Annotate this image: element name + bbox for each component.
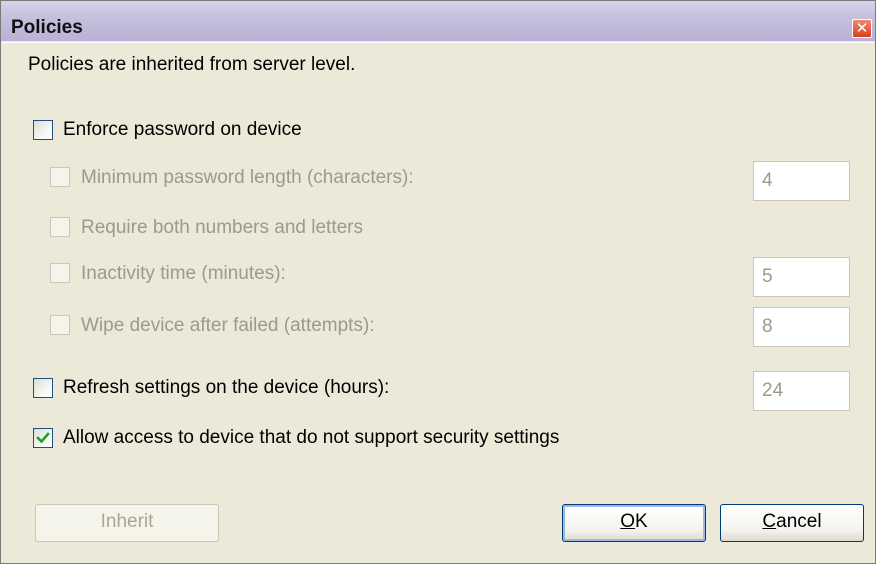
dialog-body: Policies are inherited from server level… — [2, 42, 873, 563]
allow-access-label[interactable]: Allow access to device that do not suppo… — [63, 427, 559, 449]
refresh-settings-hours-input[interactable]: 24 — [753, 371, 850, 411]
cancel-button[interactable]: Cancel — [720, 504, 864, 542]
enforce-password-label[interactable]: Enforce password on device — [63, 119, 302, 141]
inactivity-time-label[interactable]: Inactivity time (minutes): — [81, 263, 286, 285]
close-button[interactable]: ✕ — [852, 19, 872, 38]
policies-dialog: Policies ✕ Policies are inherited from s… — [0, 0, 876, 564]
inherit-button[interactable]: Inherit — [35, 504, 219, 542]
require-numbers-letters-label[interactable]: Require both numbers and letters — [81, 217, 363, 239]
ok-button[interactable]: OK — [562, 504, 706, 542]
close-icon: ✕ — [855, 20, 869, 37]
ok-mnemonic: O — [620, 511, 636, 532]
min-password-length-checkbox[interactable] — [50, 167, 70, 187]
title-bar[interactable]: Policies ✕ — [1, 1, 875, 41]
min-password-length-label[interactable]: Minimum password length (characters): — [81, 167, 414, 189]
min-password-length-input[interactable]: 4 — [753, 161, 850, 201]
cancel-label-rest: ancel — [776, 511, 822, 532]
dialog-title: Policies — [11, 17, 83, 38]
ok-label-rest: K — [635, 511, 648, 532]
inherit-button-label: Inherit — [100, 511, 154, 532]
cancel-mnemonic: C — [762, 511, 777, 532]
wipe-device-attempts-input[interactable]: 8 — [753, 307, 850, 347]
checkmark-icon — [36, 432, 50, 444]
inherited-info-text: Policies are inherited from server level… — [28, 54, 356, 75]
refresh-settings-label[interactable]: Refresh settings on the device (hours): — [63, 377, 389, 399]
wipe-device-label[interactable]: Wipe device after failed (attempts): — [81, 315, 375, 337]
allow-access-checkbox[interactable] — [33, 428, 53, 448]
enforce-password-checkbox[interactable] — [33, 120, 53, 140]
inactivity-time-input[interactable]: 5 — [753, 257, 850, 297]
wipe-device-checkbox[interactable] — [50, 315, 70, 335]
require-numbers-letters-checkbox[interactable] — [50, 217, 70, 237]
inactivity-time-checkbox[interactable] — [50, 263, 70, 283]
refresh-settings-checkbox[interactable] — [33, 378, 53, 398]
